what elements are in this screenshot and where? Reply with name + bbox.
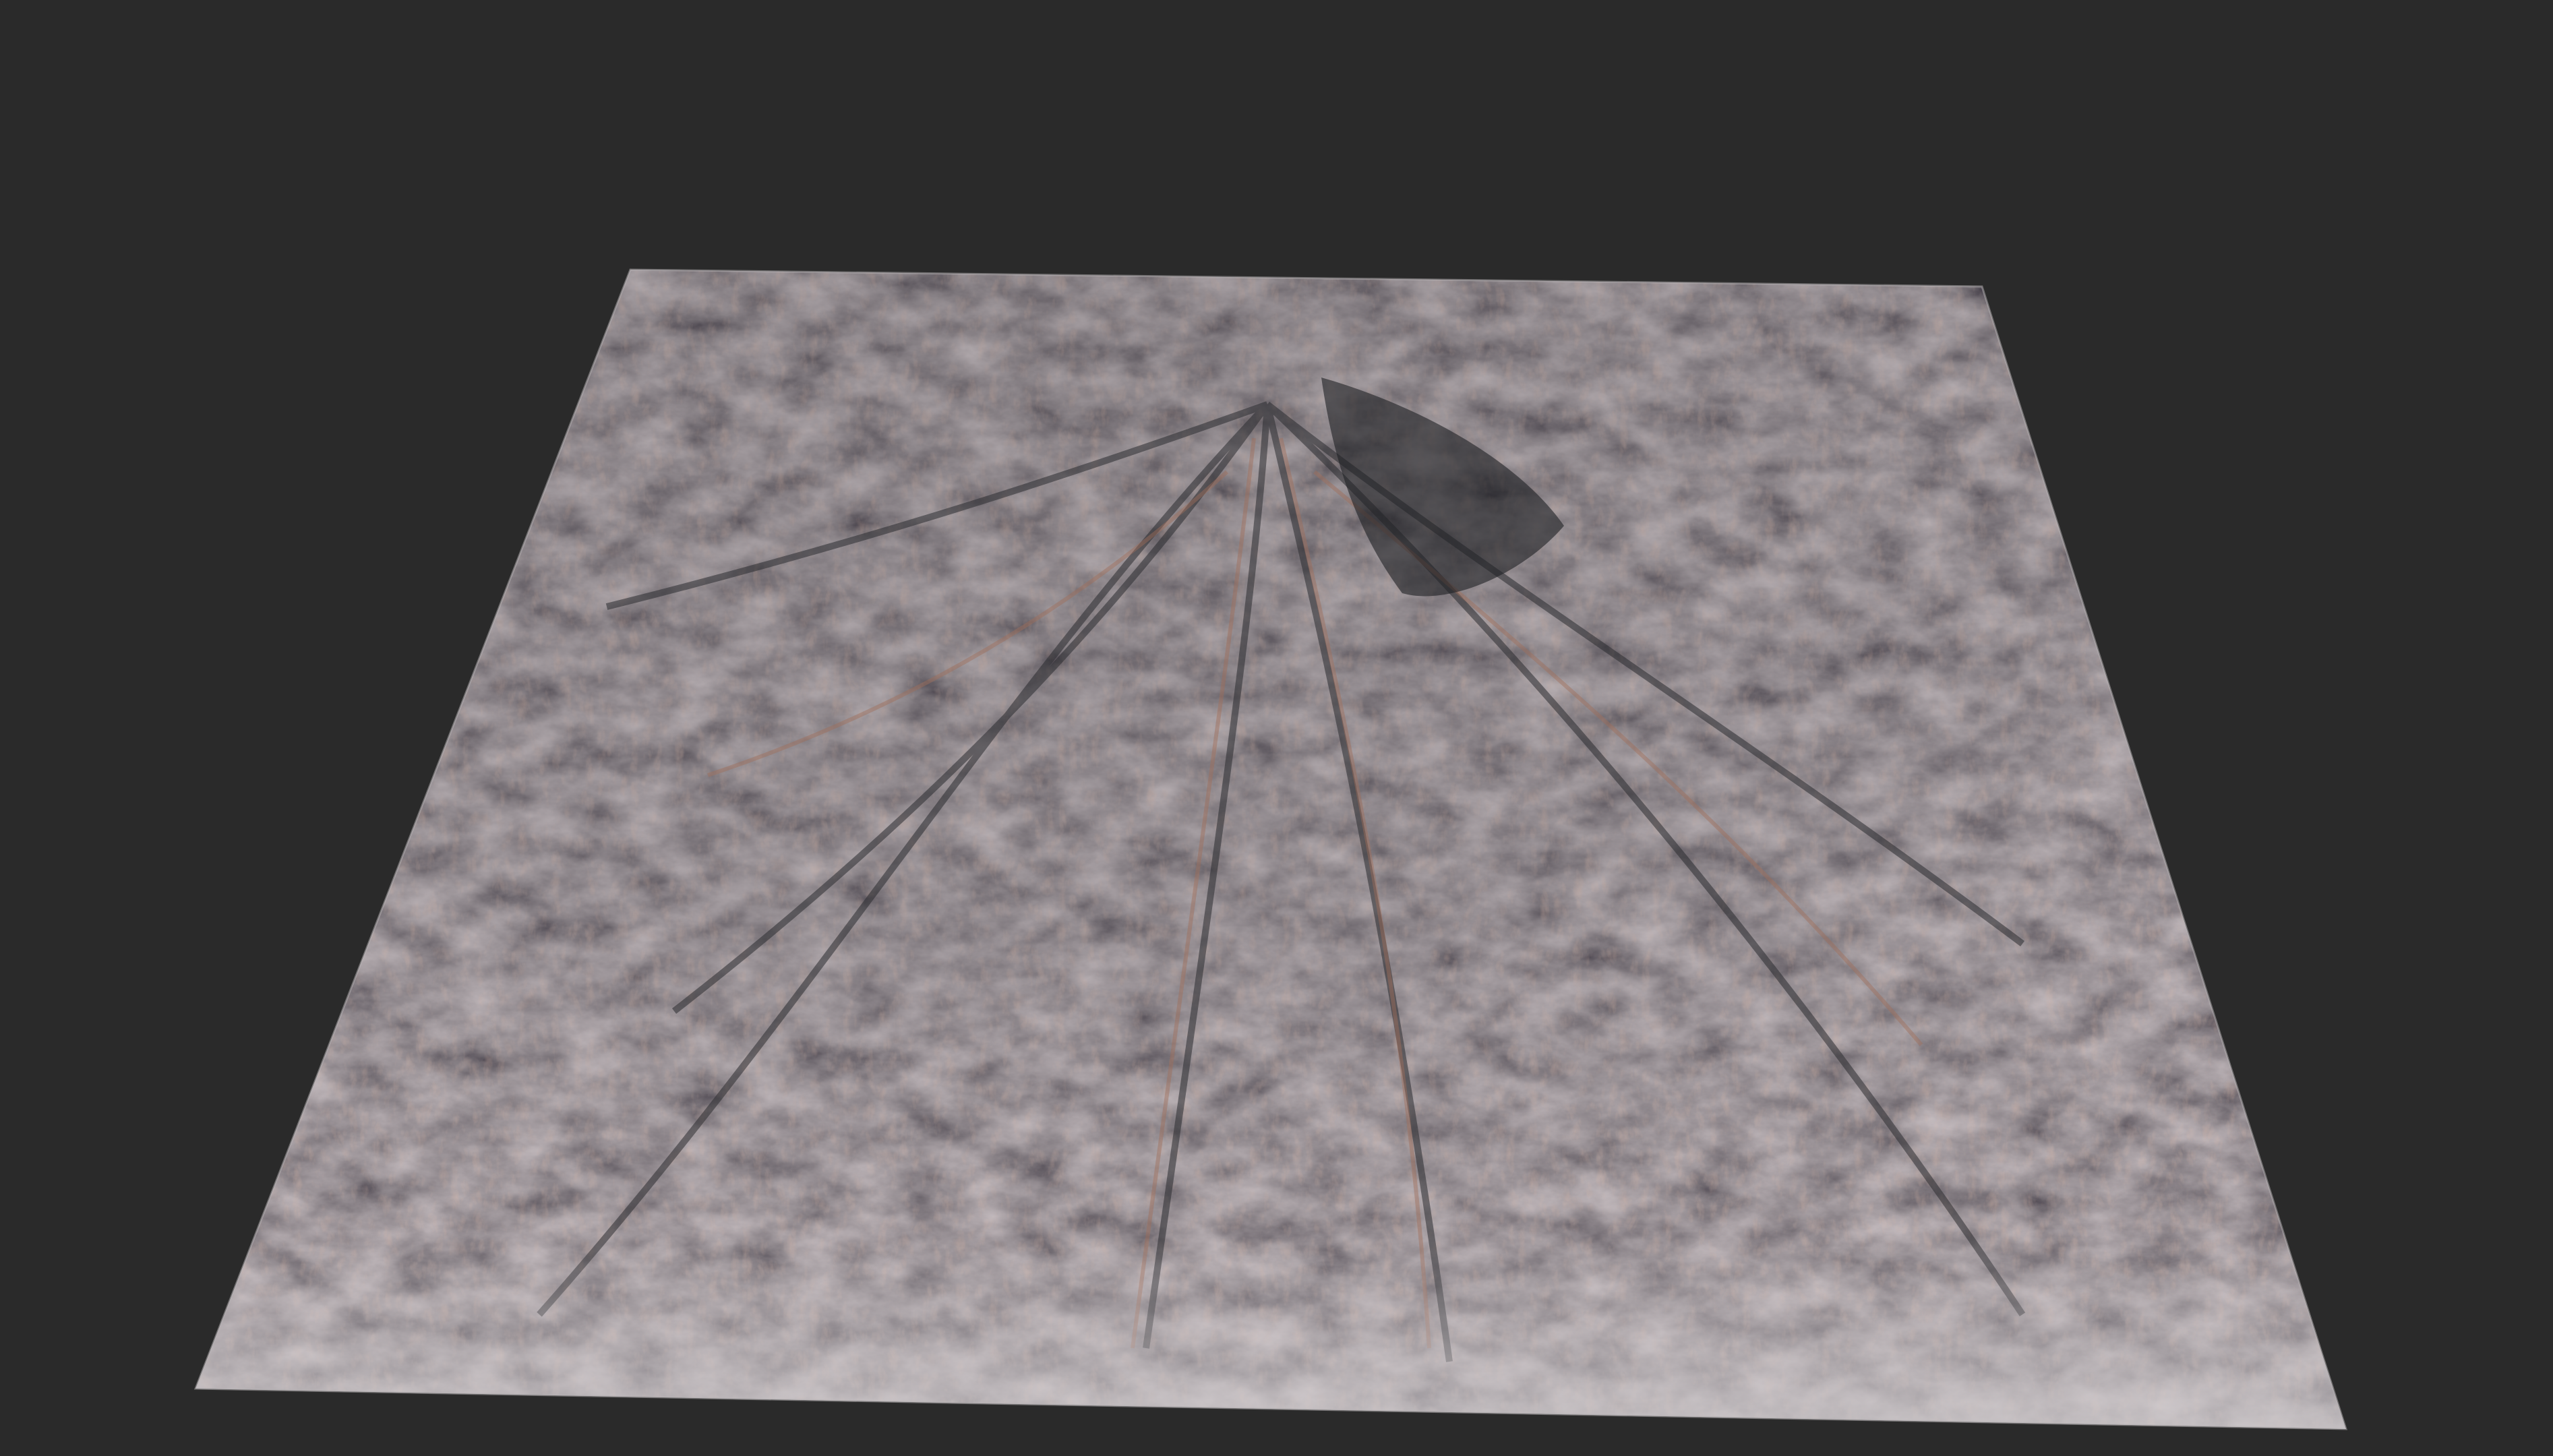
- 3d-viewport[interactable]: [0, 0, 2553, 1456]
- terrain-render: [193, 268, 2348, 1430]
- terrain-surface: [196, 270, 2346, 1429]
